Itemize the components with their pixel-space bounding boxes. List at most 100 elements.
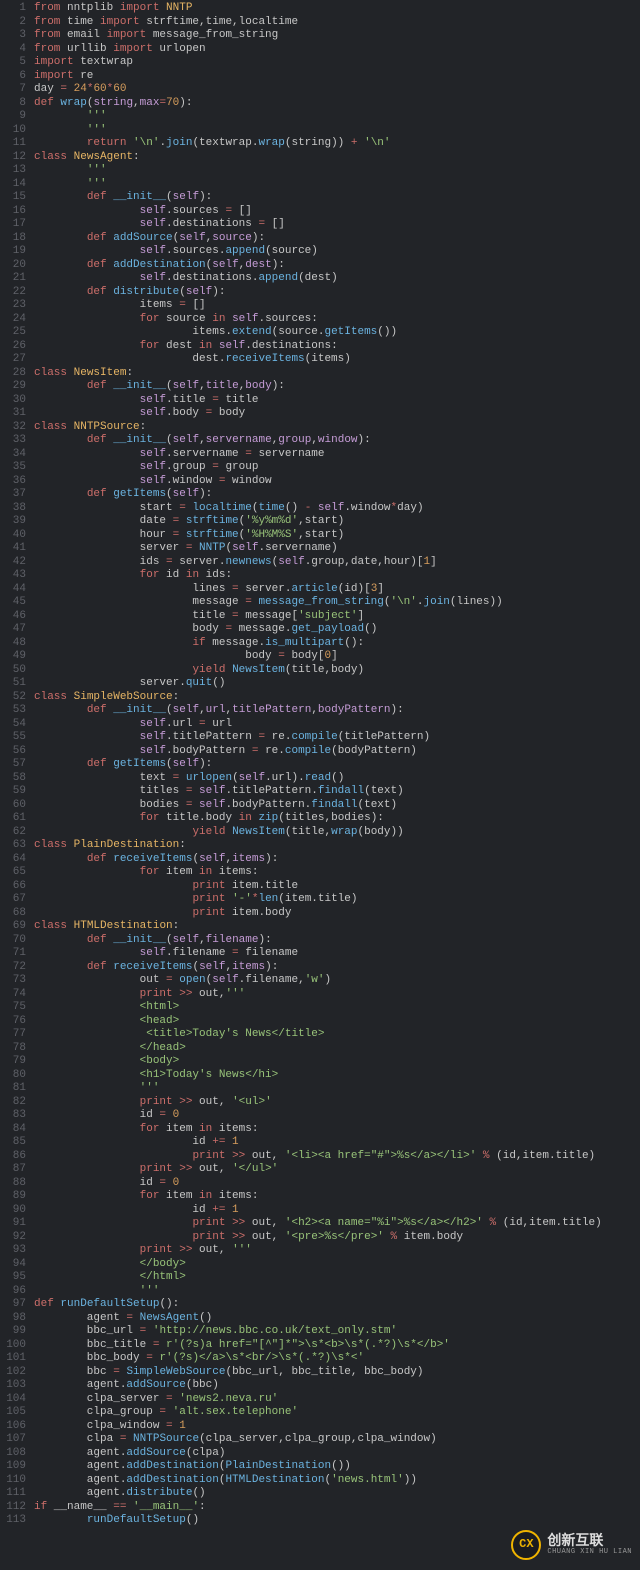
code-line: bbc_title = r'(?s)a href="[^"]*">\s*<b>\… xyxy=(34,1339,640,1353)
code-line: ''' xyxy=(34,1285,640,1299)
code-line: agent = NewsAgent() xyxy=(34,1312,640,1326)
code-line: def __init__(self,servername,group,windo… xyxy=(34,434,640,448)
code-line: ''' xyxy=(34,178,640,192)
watermark-logo-icon: CX xyxy=(511,1530,541,1560)
code-line: self.bodyPattern = re.compile(bodyPatter… xyxy=(34,745,640,759)
code-line: server = NNTP(self.servername) xyxy=(34,542,640,556)
code-line: clpa_group = 'alt.sex.telephone' xyxy=(34,1406,640,1420)
code-line: print >> out, '<h2><a name="%i">%s</a></… xyxy=(34,1217,640,1231)
code-line: bbc_body = r'(?s)</a>\s*<br/>\s*(.*?)\s*… xyxy=(34,1352,640,1366)
code-body[interactable]: from nntplib import NNTPfrom time import… xyxy=(34,2,640,1568)
code-line: def addDestination(self,dest): xyxy=(34,259,640,273)
code-line: hour = strftime('%H%M%S',start) xyxy=(34,529,640,543)
code-line: def __init__(self): xyxy=(34,191,640,205)
code-line: agent.addDestination(PlainDestination()) xyxy=(34,1460,640,1474)
watermark-cn: 创新互联 xyxy=(547,1535,632,1549)
code-line: </html> xyxy=(34,1271,640,1285)
code-line: def getItems(self): xyxy=(34,758,640,772)
code-line: body = body[0] xyxy=(34,650,640,664)
code-line: agent.addDestination(HTMLDestination('ne… xyxy=(34,1474,640,1488)
code-line: print >> out, '<li><a href="#">%s</a></l… xyxy=(34,1150,640,1164)
code-line: from nntplib import NNTP xyxy=(34,2,640,16)
code-line: for title.body in zip(titles,bodies): xyxy=(34,812,640,826)
code-line: <title>Today's News</title> xyxy=(34,1028,640,1042)
code-line: yield NewsItem(title,body) xyxy=(34,664,640,678)
code-line: self.titlePattern = re.compile(titlePatt… xyxy=(34,731,640,745)
code-line: def receiveItems(self,items): xyxy=(34,853,640,867)
code-line: self.window = window xyxy=(34,475,640,489)
code-line: server.quit() xyxy=(34,677,640,691)
code-line: agent.addSource(clpa) xyxy=(34,1447,640,1461)
code-line: id = 0 xyxy=(34,1177,640,1191)
code-line: class PlainDestination: xyxy=(34,839,640,853)
code-line: runDefaultSetup() xyxy=(34,1514,640,1528)
code-line: </head> xyxy=(34,1042,640,1056)
code-line: start = localtime(time() - self.window*d… xyxy=(34,502,640,516)
code-line: from urllib import urlopen xyxy=(34,43,640,57)
code-line: for source in self.sources: xyxy=(34,313,640,327)
code-line: self.sources = [] xyxy=(34,205,640,219)
code-line: agent.addSource(bbc) xyxy=(34,1379,640,1393)
code-line: clpa_server = 'news2.neva.ru' xyxy=(34,1393,640,1407)
line-number-gutter: 1 2 3 4 5 6 7 8 9 10 11 12 13 14 15 16 1… xyxy=(0,2,34,1568)
code-line: <body> xyxy=(34,1055,640,1069)
code-line: <head> xyxy=(34,1015,640,1029)
code-line: for item in items: xyxy=(34,1190,640,1204)
code-line: ''' xyxy=(34,1082,640,1096)
code-line: <html> xyxy=(34,1001,640,1015)
code-line: message = message_from_string('\n'.join(… xyxy=(34,596,640,610)
code-line: import textwrap xyxy=(34,56,640,70)
code-line: text = urlopen(self.url).read() xyxy=(34,772,640,786)
code-line: print item.title xyxy=(34,880,640,894)
code-line: import re xyxy=(34,70,640,84)
code-line: title = message['subject'] xyxy=(34,610,640,624)
code-line: self.servername = servername xyxy=(34,448,640,462)
code-line: def distribute(self): xyxy=(34,286,640,300)
code-line: def wrap(string,max=70): xyxy=(34,97,640,111)
code-line: agent.distribute() xyxy=(34,1487,640,1501)
code-line: <h1>Today's News</hi> xyxy=(34,1069,640,1083)
code-line: day = 24*60*60 xyxy=(34,83,640,97)
code-line: lines = server.article(id)[3] xyxy=(34,583,640,597)
code-line: self.filename = filename xyxy=(34,947,640,961)
code-line: if message.is_multipart(): xyxy=(34,637,640,651)
code-line: def receiveItems(self,items): xyxy=(34,961,640,975)
code-line: bbc = SimpleWebSource(bbc_url, bbc_title… xyxy=(34,1366,640,1380)
code-line: id += 1 xyxy=(34,1204,640,1218)
code-line: for item in items: xyxy=(34,866,640,880)
code-editor: 1 2 3 4 5 6 7 8 9 10 11 12 13 14 15 16 1… xyxy=(0,0,640,1570)
code-line: ''' xyxy=(34,124,640,138)
code-line: items.extend(source.getItems()) xyxy=(34,326,640,340)
code-line: </body> xyxy=(34,1258,640,1272)
code-line: def addSource(self,source): xyxy=(34,232,640,246)
code-line: self.body = body xyxy=(34,407,640,421)
code-line: class NewsAgent: xyxy=(34,151,640,165)
code-line: clpa_window = 1 xyxy=(34,1420,640,1434)
code-line: items = [] xyxy=(34,299,640,313)
code-line: for item in items: xyxy=(34,1123,640,1137)
code-line: dest.receiveItems(items) xyxy=(34,353,640,367)
code-line: def __init__(self,title,body): xyxy=(34,380,640,394)
code-line: self.group = group xyxy=(34,461,640,475)
code-line: print >> out, '<ul>' xyxy=(34,1096,640,1110)
code-line: self.title = title xyxy=(34,394,640,408)
code-line: def runDefaultSetup(): xyxy=(34,1298,640,1312)
code-line: if __name__ == '__main__': xyxy=(34,1501,640,1515)
code-line: def getItems(self): xyxy=(34,488,640,502)
code-line: class NewsItem: xyxy=(34,367,640,381)
watermark: CX 创新互联 CHUANG XIN HU LIAN xyxy=(511,1530,632,1560)
watermark-pinyin: CHUANG XIN HU LIAN xyxy=(547,1549,632,1556)
code-line: print item.body xyxy=(34,907,640,921)
code-line: self.sources.append(source) xyxy=(34,245,640,259)
code-line: def __init__(self,filename): xyxy=(34,934,640,948)
code-line: ''' xyxy=(34,110,640,124)
code-line: print >> out,''' xyxy=(34,988,640,1002)
code-line: out = open(self.filename,'w') xyxy=(34,974,640,988)
code-line: bbc_url = 'http://news.bbc.co.uk/text_on… xyxy=(34,1325,640,1339)
code-line: self.url = url xyxy=(34,718,640,732)
code-line: self.destinations.append(dest) xyxy=(34,272,640,286)
code-line: class HTMLDestination: xyxy=(34,920,640,934)
code-line: from email import message_from_string xyxy=(34,29,640,43)
code-line: id += 1 xyxy=(34,1136,640,1150)
code-line: print >> out, '<pre>%s</pre>' % item.bod… xyxy=(34,1231,640,1245)
